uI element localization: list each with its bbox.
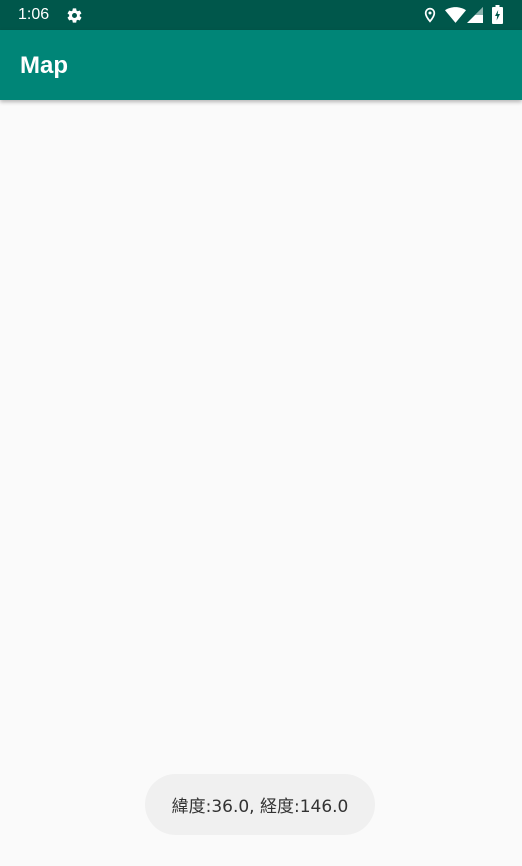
app-bar: Map xyxy=(0,30,522,100)
screen: 1:06 Map 緯度:36.0, 経度:146.0 xyxy=(0,0,522,866)
wifi-icon xyxy=(445,7,466,23)
location-pin-icon xyxy=(424,7,436,23)
map-view[interactable] xyxy=(0,100,522,866)
status-time: 1:06 xyxy=(18,6,50,23)
cell-signal-icon xyxy=(467,7,483,23)
toast-message: 緯度:36.0, 経度:146.0 xyxy=(145,774,375,835)
app-title: Map xyxy=(20,52,68,79)
status-bar: 1:06 xyxy=(0,0,522,30)
battery-charging-icon xyxy=(492,5,503,24)
gear-icon xyxy=(67,8,82,23)
toast-text: 緯度:36.0, 経度:146.0 xyxy=(171,797,349,817)
